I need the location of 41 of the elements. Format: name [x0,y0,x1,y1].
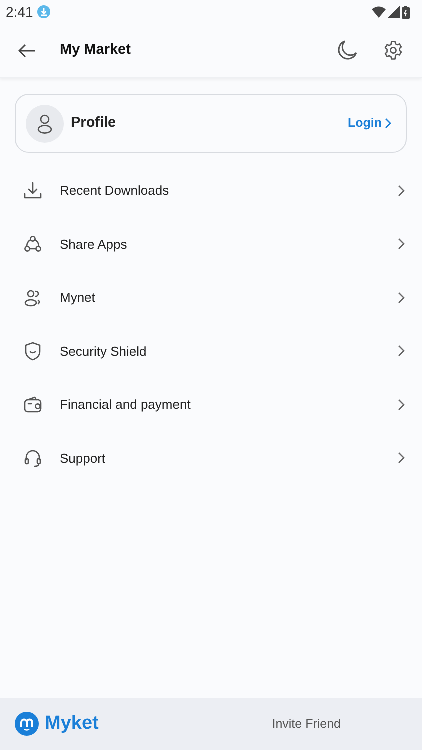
chevron-right-icon [398,292,405,304]
menu-label: Support [60,450,106,468]
logo-icon [15,712,39,736]
menu-item[interactable]: Financial and payment [0,378,422,432]
three-circles-icon [23,234,43,254]
headset-icon [23,448,43,468]
chevron-right-icon [398,398,405,411]
dark-mode-button[interactable] [336,40,358,62]
chevron-right-icon [398,238,405,250]
menu-label: Share Apps [60,236,128,254]
menu-label: Financial and payment [60,396,191,414]
invite-link[interactable]: Invite Friend [272,714,341,734]
status-time: 2:41 [6,2,34,22]
back-button[interactable] [18,42,36,60]
profile-card[interactable]: Profile Login [15,94,407,153]
chevron-right-icon [398,452,405,464]
battery-icon [402,6,410,18]
chevron-right-icon [398,184,405,197]
wallet-icon [23,394,43,415]
chevron-right-icon [385,118,392,129]
menu-label: Recent Downloads [60,182,170,200]
download-icon [23,180,43,201]
menu-item[interactable]: Mynet [0,271,422,324]
wifi-icon [372,6,386,18]
login-link[interactable]: Login [348,114,392,133]
menu-label: Mynet [60,289,96,307]
profile-label: Profile [71,114,116,133]
download-notification-icon [37,5,52,19]
menu-item[interactable]: Recent Downloads [0,164,422,218]
menu-item[interactable]: Share Apps [0,218,422,271]
brand-name: Myket [45,712,99,736]
menu-item[interactable]: Support [0,432,422,485]
menu-label: Security Shield [60,342,147,361]
chevron-right-icon [398,345,405,358]
settings-button[interactable] [382,40,404,62]
user-avatar-icon [26,104,64,142]
menu-item[interactable]: Security Shield [0,324,422,378]
shield-icon [23,341,43,362]
people-icon [23,288,43,308]
signal-icon [388,6,400,18]
page-title: My Market [60,40,131,60]
